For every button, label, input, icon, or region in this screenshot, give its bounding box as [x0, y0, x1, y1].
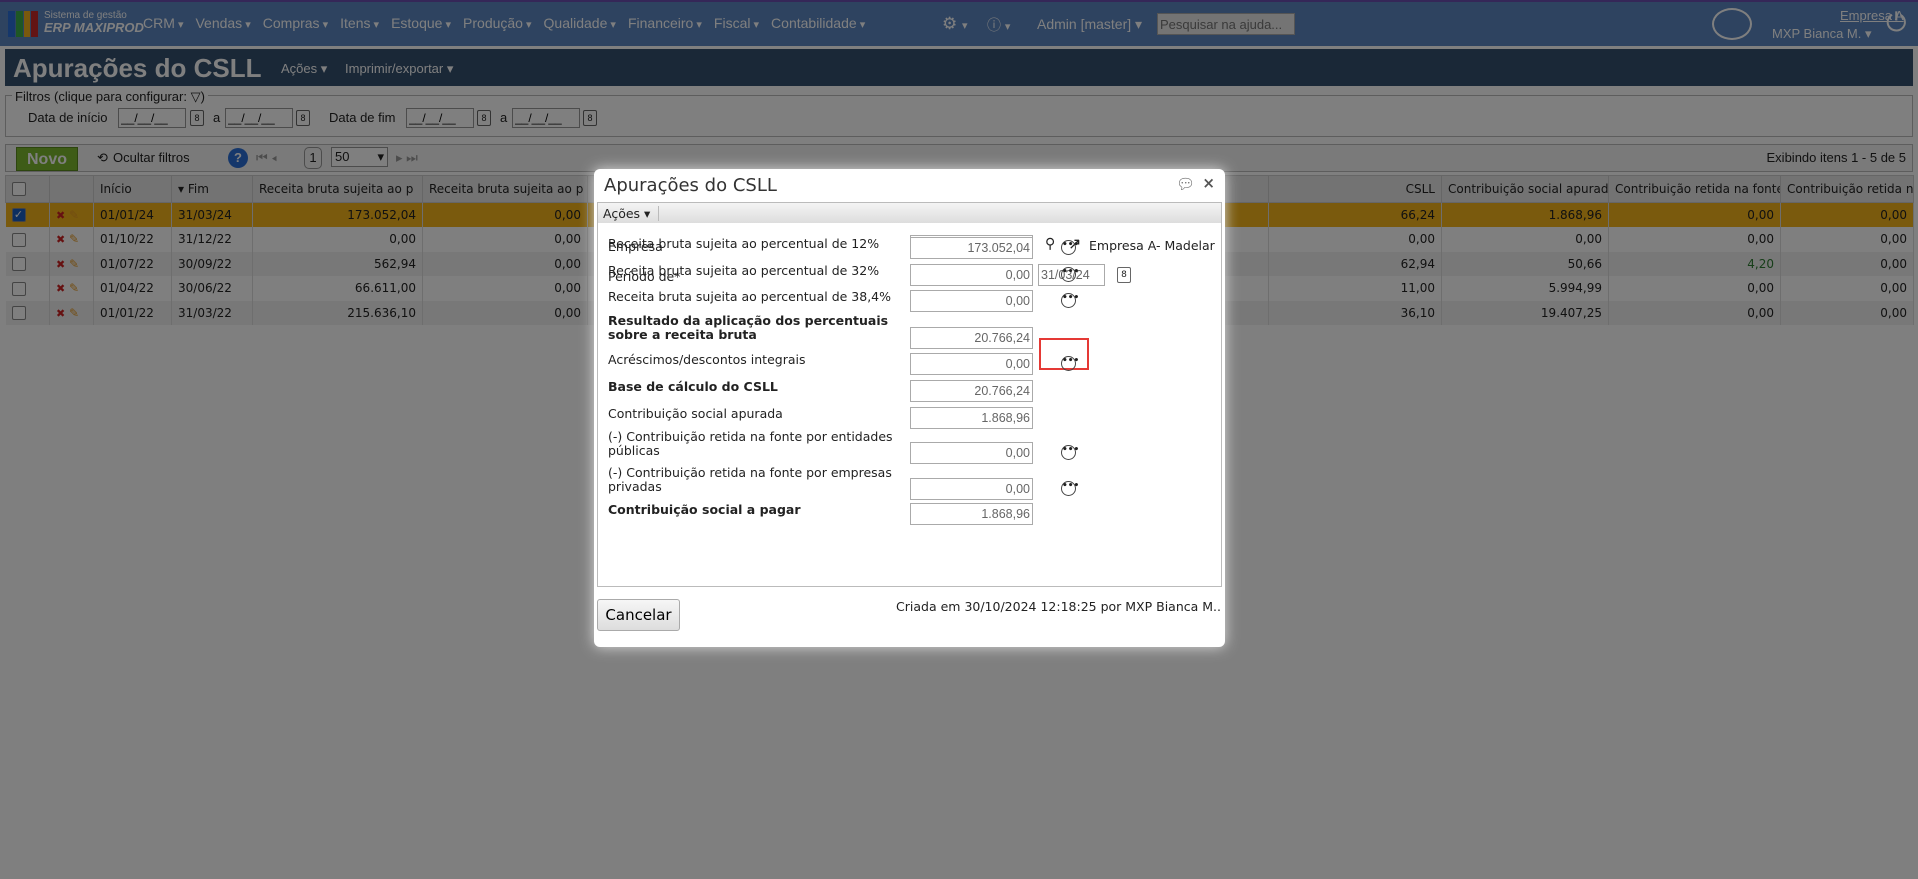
calendar-icon[interactable]: 8 — [1117, 267, 1131, 283]
ellipsis-icon[interactable]: ••• — [1061, 293, 1079, 308]
dialog-toolbar: Ações ▾ — [597, 202, 1222, 224]
ellipsis-icon[interactable]: ••• — [1061, 445, 1079, 460]
field-label: Contribuição social a pagar — [608, 502, 801, 517]
csll-dialog: Apurações do CSLL 💬︎ × Ações ▾ Empresa ⚲… — [594, 169, 1225, 647]
ellipsis-icon[interactable]: ••• — [1061, 481, 1079, 496]
field-input[interactable] — [910, 237, 1033, 259]
field-label: Receita bruta sujeita ao percentual de 3… — [608, 263, 880, 278]
ellipsis-icon[interactable]: ••• — [1061, 267, 1079, 282]
field-input[interactable] — [910, 478, 1033, 500]
close-icon[interactable]: × — [1202, 174, 1215, 192]
field-label: (-) Contribuição retida na fonte por ent… — [608, 429, 893, 458]
field-input[interactable] — [910, 290, 1033, 312]
comment-icon[interactable]: 💬︎ — [1176, 175, 1195, 193]
field-input[interactable] — [910, 503, 1033, 525]
empresa-name: Empresa A- Madelar — [1089, 238, 1215, 253]
field-label: Acréscimos/descontos integrais — [608, 352, 806, 367]
field-label: Resultado da aplicação dos percentuais s… — [608, 313, 889, 342]
field-input[interactable] — [910, 380, 1033, 402]
dialog-actions-menu[interactable]: Ações ▾ — [603, 206, 660, 221]
field-input[interactable] — [910, 407, 1033, 429]
ellipsis-icon[interactable]: ••• — [1061, 240, 1079, 255]
ellipsis-icon[interactable]: ••• — [1061, 356, 1079, 371]
field-label: Contribuição social apurada — [608, 406, 783, 421]
field-input[interactable] — [910, 264, 1033, 286]
field-input[interactable] — [910, 327, 1033, 349]
dialog-form: Empresa ⚲ ↗ Empresa A- Madelar Período d… — [597, 223, 1222, 587]
search-icon[interactable]: ⚲ — [1045, 236, 1055, 252]
field-label: (-) Contribuição retida na fonte por emp… — [608, 465, 892, 494]
cancel-button[interactable]: Cancelar — [597, 599, 680, 631]
created-info: Criada em 30/10/2024 12:18:25 por MXP Bi… — [896, 599, 1221, 614]
dialog-title: Apurações do CSLL — [604, 175, 777, 196]
field-input[interactable] — [910, 353, 1033, 375]
field-label: Base de cálculo do CSLL — [608, 379, 778, 394]
field-input[interactable] — [910, 442, 1033, 464]
field-label: Receita bruta sujeita ao percentual de 3… — [608, 289, 892, 304]
field-label: Receita bruta sujeita ao percentual de 1… — [608, 236, 880, 251]
